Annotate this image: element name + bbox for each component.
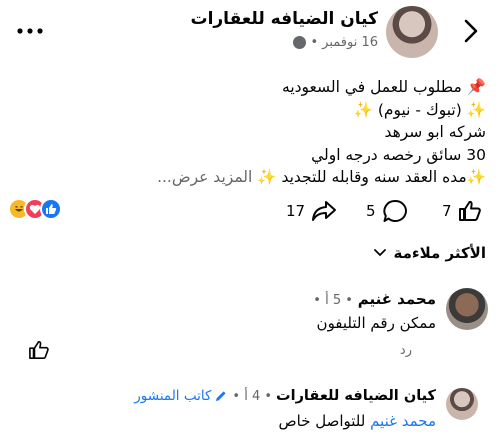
thumbs-up-icon — [458, 200, 481, 221]
comment-sort-selector[interactable]: الأكثر ملاءمة — [373, 244, 486, 262]
post-line: شركه ابو سرهد — [384, 123, 486, 141]
globe-icon — [293, 36, 307, 49]
author-badge: كاتب المنشور — [134, 388, 228, 404]
comment-reply-button[interactable]: رد — [400, 343, 412, 358]
share-button[interactable]: 17 — [286, 198, 337, 224]
post-text: 📌 مطلوب للعمل في السعوديه ✨ (تبوك - نيوم… — [16, 76, 486, 189]
reply-body: للتواصل خاص — [278, 412, 371, 430]
commenter-name[interactable]: محمد غنيم — [358, 290, 436, 308]
comment-like-button[interactable] — [28, 340, 50, 362]
chevron-down-icon — [373, 249, 386, 257]
post-line: ✨مده العقد سنه وقابله للتجديد ✨ — [257, 168, 486, 186]
like-button[interactable]: 7 — [442, 198, 482, 224]
post-line: ✨ (تبوك - نيوم) ✨ — [353, 100, 486, 119]
reaction-summary[interactable] — [8, 198, 68, 224]
more-dots-icon — [17, 28, 43, 34]
post-line: 📌 مطلوب للعمل في السعوديه — [282, 78, 486, 96]
comment-button[interactable]: 5 — [366, 198, 408, 224]
reply-text: محمد غنيم للتواصل خاص — [278, 412, 436, 430]
more-options-button[interactable] — [12, 18, 48, 44]
comment-meta: • 5 أ • — [313, 293, 353, 308]
post-meta: 16 نوفمبر • — [293, 35, 378, 50]
reply-avatar[interactable] — [446, 388, 478, 420]
comment-icon — [382, 199, 407, 222]
thumbs-up-icon — [29, 340, 49, 359]
author-badge-label: كاتب المنشور — [134, 388, 212, 404]
reply-author-name[interactable]: كيان الضيافه للعقارات — [276, 388, 436, 404]
post-date[interactable]: 16 نوفمبر — [322, 35, 378, 50]
chevron-right-icon — [464, 19, 478, 43]
post-line-last: ✨مده العقد سنه وقابله للتجديد ✨ المزيد ع… — [16, 166, 486, 189]
share-count: 17 — [286, 202, 306, 220]
sort-label: الأكثر ملاءمة — [393, 244, 486, 262]
comment-header: محمد غنيم • 5 أ • — [313, 290, 436, 308]
share-icon — [312, 201, 337, 221]
reply-meta: • 4 أ • — [232, 388, 273, 404]
like-count: 7 — [442, 202, 452, 220]
like-reaction-icon — [40, 198, 62, 220]
comment-text: ممكن رقم التليفون — [316, 314, 436, 332]
page-name[interactable]: كيان الضيافه للعقارات — [190, 9, 378, 29]
page-avatar[interactable] — [386, 6, 438, 58]
post-line: 30 سائق رخصه درجه اولي — [311, 145, 486, 164]
back-button[interactable] — [456, 14, 486, 48]
see-more-link[interactable]: المزيد عرض... — [157, 168, 252, 186]
comment-count: 5 — [366, 202, 376, 220]
reply-header: كيان الضيافه للعقارات • 4 أ • كاتب المنش… — [134, 388, 436, 404]
commenter-avatar[interactable] — [446, 288, 488, 330]
pencil-icon — [216, 391, 227, 401]
mention-link[interactable]: محمد غنيم — [370, 412, 436, 430]
meta-separator: • — [310, 35, 319, 50]
